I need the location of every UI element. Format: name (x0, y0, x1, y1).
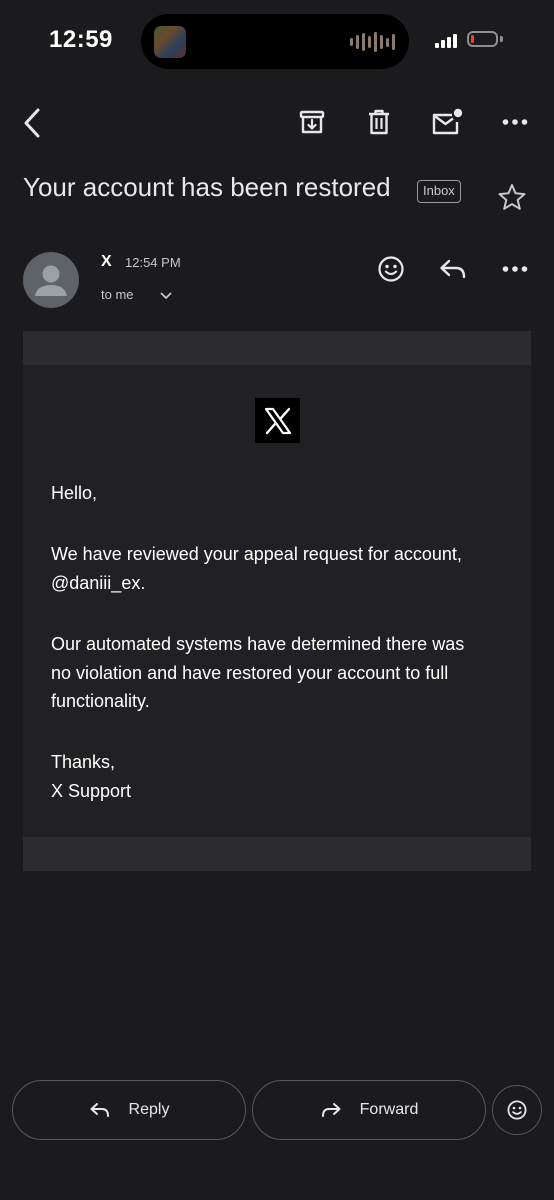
delete-button[interactable] (361, 104, 397, 140)
reply-button-label: Reply (128, 1101, 170, 1118)
email-paragraph-2-line-2: no violation and have restored your acco… (51, 663, 449, 683)
emoji-icon (507, 1100, 527, 1120)
add-reaction-button[interactable] (374, 252, 408, 286)
email-signoff: Thanks, (51, 752, 116, 772)
archive-button[interactable] (294, 104, 330, 140)
email-signature: X Support (51, 781, 132, 801)
email-greeting: Hello, (51, 483, 98, 503)
battery-level (471, 35, 474, 43)
email-paragraph-2-line-3: functionality. (51, 691, 150, 711)
sent-time: 12:54 PM (125, 255, 181, 270)
star-icon (498, 184, 526, 210)
reply-icon (440, 259, 466, 279)
x-logo[interactable] (255, 398, 300, 443)
default-avatar-icon (35, 265, 67, 296)
trash-icon (369, 109, 389, 135)
cellular-signal-icon (435, 34, 457, 48)
sender-avatar[interactable] (23, 252, 79, 308)
back-icon (24, 108, 40, 138)
battery-cap (500, 36, 503, 42)
reply-button[interactable]: Reply (12, 1080, 246, 1140)
email-paragraph-2-line-1: Our automated systems have determined th… (51, 634, 465, 654)
audio-waveform-icon (350, 32, 395, 52)
react-button[interactable] (492, 1085, 542, 1135)
back-button[interactable] (14, 104, 50, 142)
email-paragraph-1-line-2: @daniii_ex. (51, 573, 146, 593)
forward-button[interactable]: Forward (252, 1080, 486, 1140)
email-paragraph-1-line-1: We have reviewed your appeal request for… (51, 544, 462, 564)
reply-icon-button[interactable] (436, 254, 470, 284)
inbox-label-badge[interactable]: Inbox (417, 180, 461, 203)
now-playing-artwork (154, 26, 186, 58)
status-time: 12:59 (49, 26, 113, 53)
mark-unread-icon (432, 108, 463, 135)
dynamic-island[interactable] (141, 14, 409, 69)
sender-name[interactable]: X (101, 253, 112, 271)
forward-icon (321, 1103, 341, 1117)
email-screen: 12:59 Your account has been restored Inb… (0, 0, 554, 1200)
archive-icon (299, 110, 325, 134)
reply-icon (90, 1103, 109, 1117)
more-icon (502, 266, 528, 272)
recipient-label[interactable]: to me (101, 287, 134, 302)
chevron-down-icon (160, 292, 172, 299)
x-logo-icon (264, 407, 291, 434)
emoji-icon (378, 256, 404, 282)
email-subject: Your account has been restored (23, 172, 391, 202)
more-icon (502, 119, 528, 125)
battery-icon (467, 31, 498, 47)
more-options-button[interactable] (497, 106, 533, 138)
star-button[interactable] (494, 180, 530, 214)
mark-unread-button[interactable] (427, 104, 467, 140)
message-more-button[interactable] (497, 254, 533, 284)
forward-button-label: Forward (359, 1101, 419, 1118)
expand-details-button[interactable] (156, 288, 176, 304)
